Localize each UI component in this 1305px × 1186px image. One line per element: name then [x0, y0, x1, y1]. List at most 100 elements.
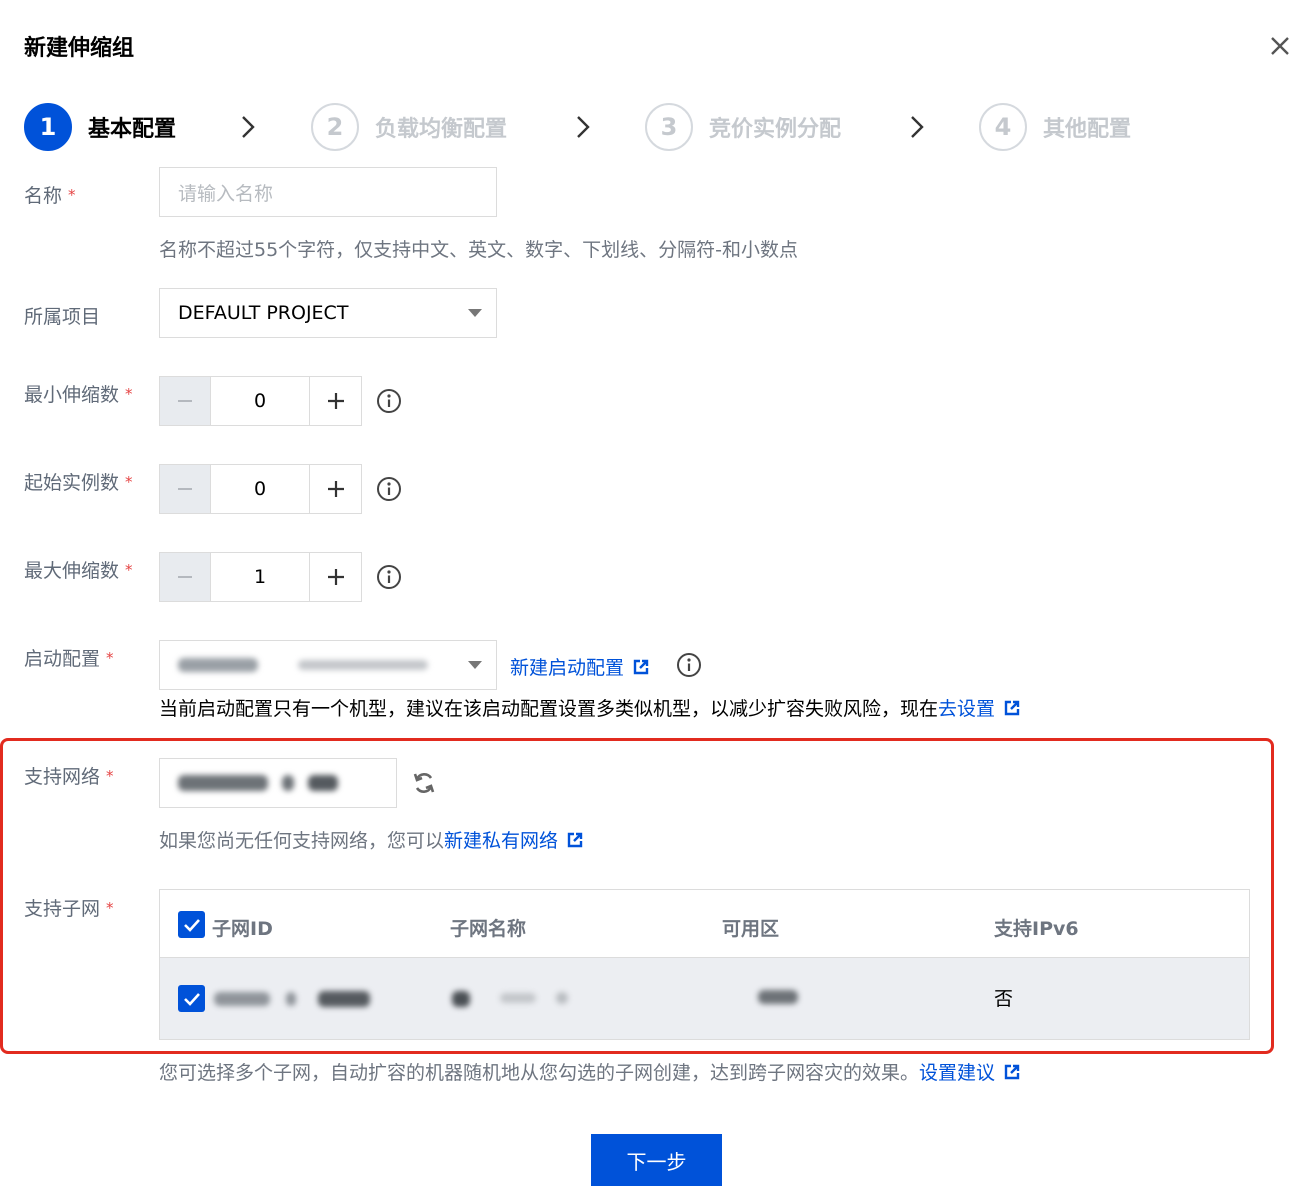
- initial-size-stepper: 0: [159, 464, 362, 514]
- external-link-icon[interactable]: [1003, 1063, 1021, 1081]
- vpc-hint: 如果您尚无任何支持网络，您可以新建私有网络: [159, 826, 584, 853]
- required-mark: *: [125, 473, 133, 491]
- ipv6-value: 否: [994, 988, 1014, 1010]
- row-checkbox[interactable]: [178, 985, 205, 1012]
- redacted-subnet-id: [286, 992, 296, 1006]
- decrement-button[interactable]: [160, 377, 211, 425]
- redacted-value: [178, 658, 258, 672]
- step-other-config[interactable]: 4 其他配置: [979, 102, 1131, 152]
- plus-icon: [327, 569, 344, 585]
- redacted-value: [298, 660, 428, 670]
- check-icon: [183, 918, 200, 932]
- external-link-icon: [633, 659, 649, 675]
- step-number: 4: [979, 103, 1027, 151]
- external-link-icon[interactable]: [1003, 699, 1021, 717]
- project-select-value: DEFAULT PROJECT: [178, 302, 349, 324]
- table-row[interactable]: 否: [160, 958, 1249, 1039]
- decrement-button[interactable]: [160, 553, 211, 601]
- new-launch-config-link[interactable]: 新建启动配置: [510, 653, 650, 680]
- project-select[interactable]: DEFAULT PROJECT: [159, 288, 497, 338]
- redacted-subnet-name: [556, 992, 568, 1004]
- launch-config-label: 启动配置 *: [24, 648, 114, 670]
- new-vpc-link[interactable]: 新建私有网络: [444, 830, 558, 852]
- subnet-label: 支持子网 *: [24, 898, 114, 920]
- step-label: 基本配置: [88, 117, 177, 142]
- required-mark: *: [68, 186, 76, 204]
- redacted-value: [308, 775, 338, 791]
- increment-button[interactable]: [310, 465, 361, 513]
- steps-bar: 1 基本配置 2 负载均衡配置 3 竞价实例分配 4 其他配置: [24, 102, 1284, 152]
- select-all-checkbox[interactable]: [178, 911, 205, 938]
- minus-icon: [178, 576, 192, 578]
- step-number: 1: [24, 103, 72, 151]
- max-size-label: 最大伸缩数 *: [24, 560, 133, 582]
- step-number: 2: [311, 103, 359, 151]
- column-ipv6[interactable]: 支持IPv6: [994, 914, 1079, 941]
- launch-config-select[interactable]: [159, 640, 497, 690]
- required-mark: *: [106, 899, 114, 917]
- dialog-title: 新建伸缩组: [24, 36, 135, 61]
- name-input-placeholder: 请输入名称: [178, 182, 274, 205]
- step-label: 负载均衡配置: [375, 117, 508, 142]
- caret-down-icon: [468, 309, 482, 317]
- required-mark: *: [125, 385, 133, 403]
- chevron-right-icon: [242, 116, 255, 138]
- initial-size-label: 起始实例数 *: [24, 472, 133, 494]
- step-basic-config[interactable]: 1 基本配置: [24, 102, 176, 152]
- min-size-stepper: 0: [159, 376, 362, 426]
- required-mark: *: [125, 561, 133, 579]
- increment-button[interactable]: [310, 553, 361, 601]
- launch-config-warning: 当前启动配置只有一个机型，建议在该启动配置设置多类似机型，以减少扩容失败风险，现…: [159, 694, 1021, 721]
- redacted-value: [178, 775, 268, 791]
- plus-icon: [327, 393, 344, 409]
- minus-icon: [178, 488, 192, 490]
- column-subnet-name[interactable]: 子网名称: [450, 914, 526, 941]
- step-label: 竞价实例分配: [709, 117, 842, 142]
- max-size-value[interactable]: 1: [211, 553, 310, 601]
- column-subnet-id[interactable]: 子网ID: [212, 914, 273, 941]
- name-hint: 名称不超过55个字符，仅支持中文、英文、数字、下划线、分隔符-和小数点: [159, 239, 799, 261]
- close-icon[interactable]: [1266, 32, 1294, 60]
- decrement-button[interactable]: [160, 465, 211, 513]
- redacted-subnet-id: [318, 991, 370, 1007]
- settings-advice-link[interactable]: 设置建议: [919, 1062, 995, 1084]
- redacted-subnet-name: [500, 993, 536, 1003]
- go-settings-link[interactable]: 去设置: [938, 698, 995, 720]
- redacted-value: [282, 775, 294, 791]
- info-icon[interactable]: [676, 652, 702, 678]
- check-icon: [183, 992, 200, 1006]
- column-zone[interactable]: 可用区: [722, 914, 779, 941]
- increment-button[interactable]: [310, 377, 361, 425]
- chevron-right-icon: [577, 116, 590, 138]
- chevron-right-icon: [911, 116, 924, 138]
- redacted-subnet-id: [214, 992, 270, 1006]
- step-lb-config[interactable]: 2 负载均衡配置: [311, 102, 507, 152]
- name-label: 名称 *: [24, 185, 76, 207]
- redacted-subnet-name: [452, 991, 470, 1007]
- min-size-value[interactable]: 0: [211, 377, 310, 425]
- step-label: 其他配置: [1043, 117, 1132, 142]
- info-icon[interactable]: [376, 564, 402, 590]
- project-label: 所属项目: [24, 306, 101, 328]
- refresh-icon[interactable]: [412, 770, 436, 796]
- required-mark: *: [106, 649, 114, 667]
- subnet-table: 子网ID 子网名称 可用区 支持IPv6 否: [159, 889, 1250, 1040]
- external-link-icon[interactable]: [566, 831, 584, 849]
- subnet-hint: 您可选择多个子网，自动扩容的机器随机地从您勾选的子网创建，达到跨子网容灾的效果。…: [159, 1058, 1021, 1085]
- step-spot-config[interactable]: 3 竞价实例分配: [645, 102, 841, 152]
- vpc-select[interactable]: [159, 758, 397, 808]
- plus-icon: [327, 481, 344, 497]
- next-button[interactable]: 下一步: [591, 1134, 722, 1186]
- initial-size-value[interactable]: 0: [211, 465, 310, 513]
- info-icon[interactable]: [376, 388, 402, 414]
- max-size-stepper: 1: [159, 552, 362, 602]
- required-mark: *: [106, 767, 114, 785]
- step-number: 3: [645, 103, 693, 151]
- table-header: 子网ID 子网名称 可用区 支持IPv6: [160, 890, 1249, 958]
- minus-icon: [178, 400, 192, 402]
- info-icon[interactable]: [376, 476, 402, 502]
- caret-down-icon: [468, 661, 482, 669]
- vpc-label: 支持网络 *: [24, 766, 114, 788]
- redacted-zone: [758, 990, 798, 1004]
- name-input[interactable]: 请输入名称: [159, 167, 497, 217]
